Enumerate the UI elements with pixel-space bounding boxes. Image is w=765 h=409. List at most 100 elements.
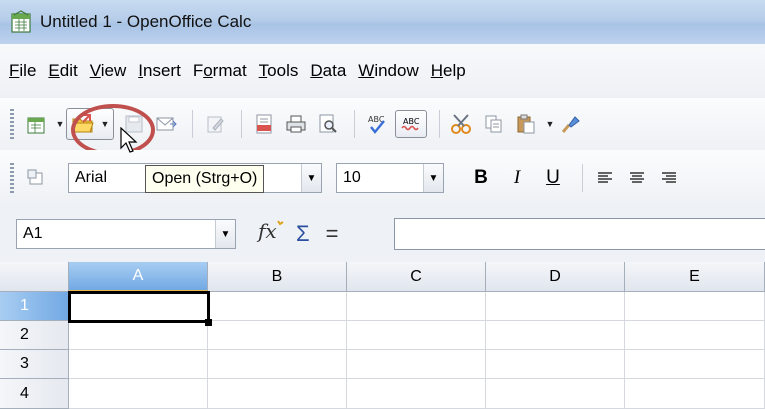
menu-tools-label: ools [267, 61, 299, 80]
cell-a4[interactable] [69, 379, 208, 409]
cut-icon[interactable] [448, 110, 476, 138]
new-dropdown-arrow[interactable]: ▼ [54, 111, 66, 137]
menu-format[interactable]: Format [193, 61, 247, 81]
font-size-combo[interactable]: 10 ▼ [336, 163, 444, 193]
italic-button[interactable]: I [502, 167, 532, 189]
cell-a3[interactable] [69, 350, 208, 379]
menu-data[interactable]: Data [310, 61, 346, 81]
cell-a2[interactable] [69, 321, 208, 350]
toolbar-separator [192, 110, 193, 138]
menu-format-label-pre: F [192, 61, 204, 80]
toolbar-separator [582, 164, 583, 192]
align-right-icon[interactable] [655, 164, 683, 192]
export-pdf-icon[interactable] [250, 110, 278, 138]
cell-b1[interactable] [208, 292, 347, 321]
chevron-down-icon[interactable]: ▼ [301, 164, 321, 192]
cell-d1[interactable] [486, 292, 625, 321]
toolbar-grip[interactable] [10, 163, 14, 193]
menu-help-mnemonic: H [430, 61, 444, 80]
menu-view[interactable]: View [90, 61, 127, 81]
paste-dropdown-arrow[interactable]: ▼ [544, 111, 556, 137]
menu-file[interactable]: File [9, 61, 36, 81]
calc-app-icon [10, 10, 32, 34]
open-button-group[interactable]: ▼ [66, 108, 114, 140]
menu-insert-label: nsert [143, 61, 181, 80]
svg-text:fx: fx [256, 219, 277, 243]
menu-tools-mnemonic: T [258, 61, 268, 80]
menu-edit-label: dit [59, 61, 78, 80]
menu-format-label: rmat [212, 61, 247, 80]
formula-input[interactable] [394, 218, 765, 250]
edit-file-icon[interactable] [201, 110, 229, 138]
column-header-b[interactable]: B [208, 262, 347, 292]
print-icon[interactable] [282, 110, 310, 138]
styles-icon[interactable] [22, 164, 50, 192]
menu-bar: File Edit View Insert Format Tools Data … [0, 44, 765, 98]
open-folder-icon[interactable] [69, 110, 97, 138]
clone-formatting-icon[interactable] [556, 110, 584, 138]
active-cell-a1[interactable] [68, 291, 210, 323]
new-document-icon[interactable] [22, 110, 50, 138]
row-header-4[interactable]: 4 [0, 379, 69, 409]
menu-window-label: indow [374, 61, 419, 80]
open-dropdown-arrow[interactable]: ▼ [99, 111, 111, 137]
menu-data-label: ata [322, 61, 347, 80]
cell-d4[interactable] [486, 379, 625, 409]
row-header-1[interactable]: 1 [0, 292, 69, 321]
cell-e1[interactable] [625, 292, 765, 321]
menu-help[interactable]: Help [431, 61, 466, 81]
toolbar-separator [354, 110, 355, 138]
cell-b4[interactable] [208, 379, 347, 409]
copy-icon[interactable] [480, 110, 508, 138]
underline-button[interactable]: U [538, 167, 568, 189]
email-icon[interactable] [152, 110, 180, 138]
fill-handle[interactable] [205, 319, 212, 326]
chevron-down-icon[interactable]: ▼ [423, 164, 443, 192]
cell-e3[interactable] [625, 350, 765, 379]
sum-icon[interactable]: Σ [296, 221, 310, 247]
cell-c1[interactable] [347, 292, 486, 321]
align-left-icon[interactable] [591, 164, 619, 192]
font-size-value: 10 [343, 169, 361, 186]
mouse-cursor-icon [120, 127, 138, 153]
spellcheck-icon[interactable]: ABC [363, 110, 391, 138]
menu-format-mnemonic: o [203, 61, 213, 80]
toolbar-grip[interactable] [10, 109, 14, 139]
cell-e4[interactable] [625, 379, 765, 409]
cell-b2[interactable] [208, 321, 347, 350]
select-all-corner[interactable] [0, 262, 69, 292]
align-center-icon[interactable] [623, 164, 651, 192]
column-header-d[interactable]: D [486, 262, 625, 292]
menu-edit-mnemonic: E [48, 61, 60, 80]
print-preview-icon[interactable] [314, 110, 342, 138]
menu-view-mnemonic: V [89, 61, 101, 80]
row-header-2[interactable]: 2 [0, 321, 69, 350]
column-header-e[interactable]: E [625, 262, 765, 292]
function-wizard-icon[interactable]: fx [256, 218, 286, 250]
menu-window[interactable]: Window [358, 61, 418, 81]
row-header-3[interactable]: 3 [0, 350, 69, 379]
menu-insert[interactable]: Insert [138, 61, 181, 81]
autospellcheck-icon[interactable]: ABC [395, 110, 427, 138]
paste-icon[interactable] [512, 110, 540, 138]
column-header-c[interactable]: C [347, 262, 486, 292]
cell-c3[interactable] [347, 350, 486, 379]
column-header-a[interactable]: A [69, 262, 208, 292]
bold-button[interactable]: B [466, 167, 496, 189]
cell-e2[interactable] [625, 321, 765, 350]
menu-window-mnemonic: W [358, 61, 375, 80]
cell-c4[interactable] [347, 379, 486, 409]
spreadsheet-grid: A B C D E 1 2 3 4 [0, 262, 765, 409]
name-box[interactable]: A1 ▼ [16, 219, 236, 249]
menu-edit[interactable]: Edit [48, 61, 77, 81]
menu-help-label: elp [443, 61, 466, 80]
function-equals-icon[interactable]: = [326, 221, 339, 247]
cell-b3[interactable] [208, 350, 347, 379]
menu-view-label: iew [100, 61, 127, 80]
cell-d3[interactable] [486, 350, 625, 379]
cell-c2[interactable] [347, 321, 486, 350]
chevron-down-icon[interactable]: ▼ [215, 220, 235, 248]
menu-tools[interactable]: Tools [259, 61, 299, 81]
cell-d2[interactable] [486, 321, 625, 350]
formatting-toolbar: Arial ▼ 10 ▼ B I U [0, 150, 765, 206]
